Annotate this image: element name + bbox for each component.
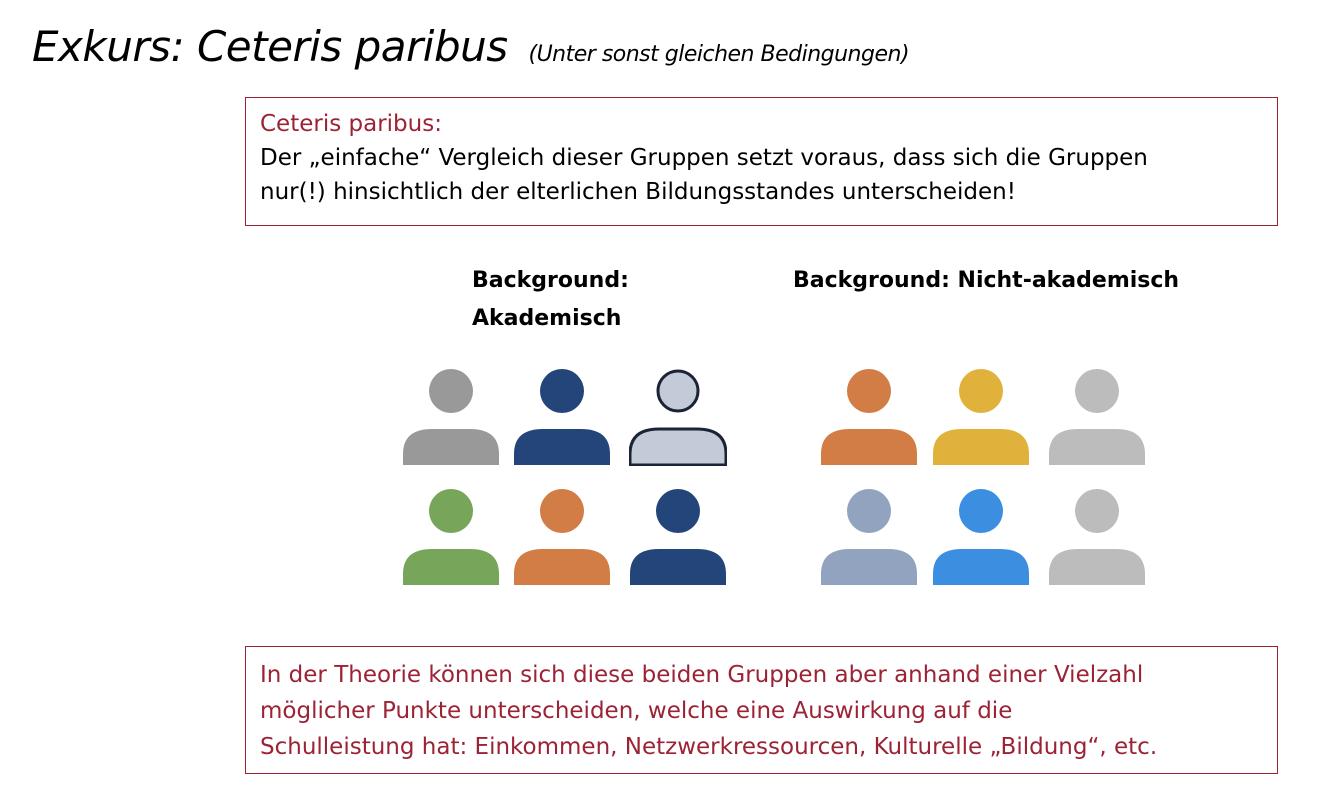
slide-subtitle: (Unter sonst gleichen Bedingungen)	[528, 42, 910, 67]
person-left-6	[629, 488, 727, 586]
slide-title: Exkurs: Ceteris paribus (Unter sonst gle…	[32, 22, 910, 71]
person-head	[429, 489, 473, 533]
person-right-6	[1048, 488, 1146, 586]
person-head	[959, 489, 1003, 533]
person-body	[403, 549, 499, 585]
ceteris-paribus-heading: Ceteris paribus:	[260, 111, 442, 137]
person-icon	[629, 369, 727, 466]
person-icon	[630, 489, 726, 585]
person-right-3	[1048, 368, 1146, 466]
person-right-4	[820, 488, 918, 586]
person-icon	[403, 369, 499, 465]
theory-line-1: In der Theorie können sich diese beiden …	[260, 662, 1144, 688]
person-body	[630, 549, 726, 585]
person-head	[429, 369, 473, 413]
person-icon	[821, 489, 917, 585]
person-head	[1075, 369, 1119, 413]
person-left-3	[629, 368, 727, 466]
person-icon	[933, 369, 1029, 465]
person-icon	[1049, 489, 1145, 585]
theory-line-2: möglicher Punkte unterscheiden, welche e…	[260, 698, 1013, 724]
person-left-5	[513, 488, 611, 586]
person-left-1	[402, 368, 500, 466]
person-icon	[933, 489, 1029, 585]
person-head	[959, 369, 1003, 413]
person-left-2	[513, 368, 611, 466]
person-icon	[1049, 369, 1145, 465]
theory-box: In der Theorie können sich diese beiden …	[245, 646, 1278, 774]
person-body	[821, 429, 917, 465]
group-label-non-academic: Background: Nicht-akademisch	[793, 268, 1180, 293]
person-head	[847, 489, 891, 533]
person-body	[821, 549, 917, 585]
person-head	[656, 489, 700, 533]
person-body	[403, 429, 499, 465]
person-icon	[514, 489, 610, 585]
theory-line-3: Schulleistung hat: Einkommen, Netzwerkre…	[260, 734, 1158, 760]
person-head	[540, 369, 584, 413]
person-body	[514, 429, 610, 465]
person-head	[1075, 489, 1119, 533]
person-body	[1049, 549, 1145, 585]
person-head	[847, 369, 891, 413]
person-left-4	[402, 488, 500, 586]
person-right-1	[820, 368, 918, 466]
person-icon	[514, 369, 610, 465]
person-body	[933, 429, 1029, 465]
ceteris-paribus-line-1: Der „einfache“ Vergleich dieser Gruppen …	[260, 145, 1148, 171]
ceteris-paribus-box: Ceteris paribus: Der „einfache“ Vergleic…	[245, 97, 1278, 226]
person-body	[1049, 429, 1145, 465]
person-icon	[821, 369, 917, 465]
group-label-academic: Background: Akademisch	[472, 268, 629, 331]
person-icon	[403, 489, 499, 585]
person-body	[514, 549, 610, 585]
person-right-2	[932, 368, 1030, 466]
person-head	[540, 489, 584, 533]
slide-title-text: Exkurs: Ceteris paribus	[32, 22, 508, 71]
person-head	[656, 369, 700, 413]
person-right-5	[932, 488, 1030, 586]
ceteris-paribus-line-2: nur(!) hinsichtlich der elterlichen Bild…	[260, 179, 1016, 205]
person-body	[933, 549, 1029, 585]
person-body	[629, 427, 727, 466]
